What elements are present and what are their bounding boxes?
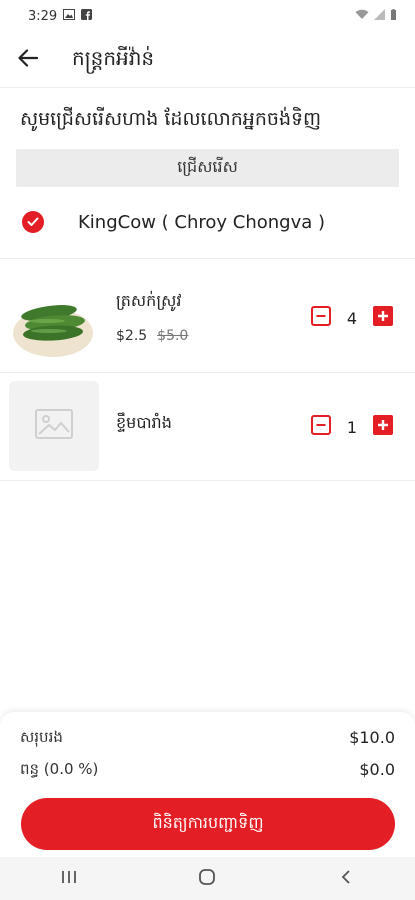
store-prompt-text: សូមជ្រើសរើសហាង ដែលលោកអ្នកចង់ទិញ xyxy=(20,108,322,130)
battery-icon xyxy=(390,9,397,23)
selected-store-row[interactable]: KingCow ( Chroy Chongva ) xyxy=(0,200,415,244)
facebook-notification-icon xyxy=(81,8,93,24)
current-price: $2.5 xyxy=(116,328,148,344)
quantity-stepper: 4 xyxy=(311,306,393,330)
gallery-notification-icon xyxy=(63,8,76,24)
quantity-value: 4 xyxy=(346,308,358,328)
cart-item: ត្រសក់ស្រូវ $2.5 $5.0 4 xyxy=(0,268,415,374)
original-price: $5.0 xyxy=(157,328,189,344)
item-name: ត្រសក់ស្រូវ xyxy=(116,291,182,310)
home-icon xyxy=(198,868,216,890)
status-bar: 3:29 xyxy=(0,0,415,32)
minus-icon xyxy=(311,415,331,439)
back-button[interactable] xyxy=(0,32,56,88)
home-button[interactable] xyxy=(177,857,237,900)
divider xyxy=(0,258,415,259)
review-order-button[interactable]: ពិនិត្យការបញ្ជាទិញ xyxy=(21,798,395,850)
app-bar: កន្ត្រកអីវ៉ាន់ xyxy=(0,32,415,88)
recent-apps-icon xyxy=(61,869,77,888)
cart-item: ខ្ទឹមបារាំង 1 xyxy=(0,374,415,480)
plus-icon xyxy=(373,415,393,439)
subtotal-label: សរុបរង xyxy=(20,728,63,746)
signal-icon xyxy=(374,9,385,23)
subtotal-row: សរុបរង $10.0 xyxy=(20,728,395,750)
decrease-quantity-button[interactable] xyxy=(311,306,331,330)
item-name: ខ្ទឹមបារាំង xyxy=(116,413,172,432)
divider xyxy=(0,372,415,373)
plus-icon xyxy=(373,306,393,330)
store-name: KingCow ( Chroy Chongva ) xyxy=(78,211,326,233)
system-navigation-bar xyxy=(0,857,415,900)
divider xyxy=(0,480,415,481)
quantity-stepper: 1 xyxy=(311,415,393,439)
minus-icon xyxy=(311,306,331,330)
status-time: 3:29 xyxy=(28,8,58,24)
wifi-icon xyxy=(355,9,369,23)
increase-quantity-button[interactable] xyxy=(373,415,393,439)
tax-row: ពន្ធ (0.0 %) $0.0 xyxy=(20,760,395,782)
checkmark-circle-icon xyxy=(22,211,44,233)
arrow-left-icon xyxy=(18,48,39,71)
select-store-button[interactable]: ជ្រើសរើស xyxy=(16,149,399,187)
quantity-value: 1 xyxy=(346,417,358,437)
item-price: $2.5 $5.0 xyxy=(116,328,188,344)
tax-label: ពន្ធ (0.0 %) xyxy=(20,760,99,778)
recent-apps-button[interactable] xyxy=(39,857,99,900)
tax-value: $0.0 xyxy=(359,760,395,779)
image-placeholder xyxy=(9,381,99,471)
system-back-button[interactable] xyxy=(316,857,376,900)
page-title: កន្ត្រកអីវ៉ាន់ xyxy=(72,45,155,70)
increase-quantity-button[interactable] xyxy=(373,306,393,330)
cucumber-image xyxy=(9,275,99,365)
subtotal-value: $10.0 xyxy=(349,728,395,747)
chevron-left-icon xyxy=(341,869,351,889)
decrease-quantity-button[interactable] xyxy=(311,415,331,439)
order-summary-panel: សរុបរង $10.0 ពន្ធ (0.0 %) $0.0 ពិនិត្យកា… xyxy=(0,712,415,857)
image-placeholder-icon xyxy=(35,409,73,443)
